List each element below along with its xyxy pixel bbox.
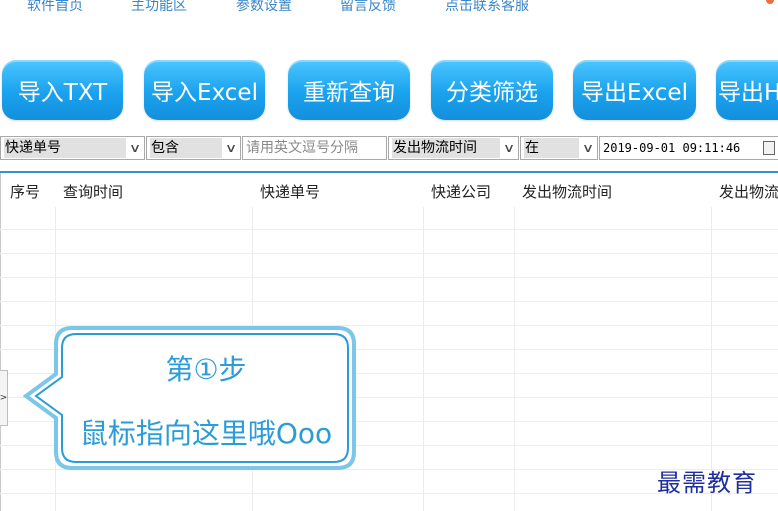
calendar-icon[interactable] [763,141,775,155]
chevron-down-icon: ∨ [224,141,238,155]
datetime-picker[interactable]: 2019-09-01 09:11:46 [599,136,778,160]
export-excel-button[interactable]: 导出Excel [573,60,696,120]
column-header-ship-time[interactable]: 发出物流时间 [522,181,612,202]
chevron-down-icon: ∨ [128,141,142,155]
side-panel-toggle[interactable]: > [0,370,8,426]
export-h-button[interactable]: 导出H [716,60,778,120]
import-txt-button[interactable]: 导入TXT [2,60,123,120]
chevron-right-icon: > [0,393,8,403]
watermark: 最需教育 [657,469,757,497]
column-header-query-time[interactable]: 查询时间 [63,181,123,202]
row-divider [0,253,778,254]
time-operator-select[interactable]: 在 ∨ [520,136,598,160]
time-field-select-value: 发出物流时间 [392,138,500,158]
time-field-select[interactable]: 发出物流时间 ∨ [388,136,519,160]
row-divider [0,277,778,278]
operator-select-value: 包含 [150,138,222,158]
filter-bar: 快递单号 ∨ 包含 ∨ 请用英文逗号分隔 发出物流时间 ∨ 在 ∨ 2019-0… [0,136,778,160]
table-left-border [0,173,1,511]
nav-feedback[interactable]: 留言反馈 [340,0,396,15]
callout-step: 第①步 [165,353,247,386]
nav-home[interactable]: 软件首页 [27,0,83,15]
nav-contact-service[interactable]: 点击联系客服 [445,0,529,15]
callout-text: 鼠标指向这里哦Ooo [79,417,333,450]
requery-button[interactable]: 重新查询 [288,60,410,120]
time-operator-select-value: 在 [524,138,579,158]
toolbar: 导入TXT 导入Excel 重新查询 分类筛选 导出Excel 导出H [0,60,778,122]
chevron-down-icon: ∨ [502,141,516,155]
top-nav: 软件首页 主功能区 参数设置 留言反馈 点击联系客服 [0,0,778,18]
column-header-courier[interactable]: 快递公司 [431,181,491,202]
chevron-down-icon: ∨ [581,141,595,155]
column-header-ship-info[interactable]: 发出物流 [719,181,778,202]
table-header: 序号 查询时间 快递单号 快递公司 发出物流时间 发出物流 [0,173,778,207]
keyword-input[interactable]: 请用英文逗号分隔 [242,136,387,160]
tutorial-callout: 第①步 鼠标指向这里哦Ooo [20,322,360,474]
column-header-index[interactable]: 序号 [10,181,40,202]
operator-select[interactable]: 包含 ∨ [146,136,241,160]
field-select[interactable]: 快递单号 ∨ [0,136,145,160]
category-filter-button[interactable]: 分类筛选 [431,60,553,120]
import-excel-button[interactable]: 导入Excel [144,60,265,120]
notification-dot [766,0,774,4]
nav-settings[interactable]: 参数设置 [236,0,292,15]
row-divider [0,301,778,302]
field-select-value: 快递单号 [4,138,126,158]
row-divider [0,229,778,230]
datetime-value: 2019-09-01 09:11:46 [603,141,741,155]
column-header-tracking-number[interactable]: 快递单号 [260,181,320,202]
nav-main-functions[interactable]: 主功能区 [131,0,187,15]
